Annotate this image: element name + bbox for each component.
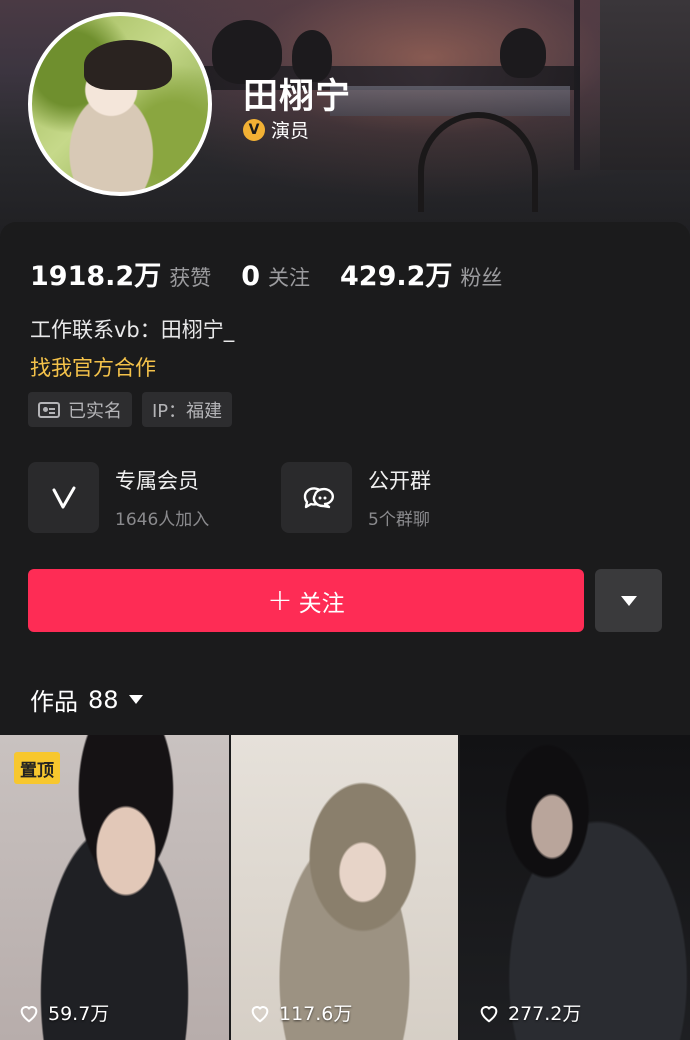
more-options-button[interactable] xyxy=(595,569,662,632)
id-card-icon xyxy=(38,401,60,418)
banner-fan xyxy=(600,0,690,170)
likes-count: 117.6万 xyxy=(279,1003,353,1025)
feature-title: 专属会员 xyxy=(115,469,199,493)
video-grid: 置顶 59.7万 117.6万 277.2万 xyxy=(0,735,690,1040)
plus-icon: + xyxy=(267,582,293,618)
stat-value: 1918.2万 xyxy=(30,261,162,292)
stat-label: 关注 xyxy=(268,266,310,290)
heart-icon xyxy=(480,1005,498,1022)
likes-count: 59.7万 xyxy=(48,1003,110,1025)
chat-group-icon xyxy=(281,462,352,533)
banner-tree xyxy=(500,28,546,78)
stat-label: 获赞 xyxy=(169,266,212,290)
stat-likes[interactable]: 1918.2万 获赞 xyxy=(30,254,211,293)
heart-icon xyxy=(20,1005,38,1022)
video-thumbnail[interactable]: 置顶 59.7万 xyxy=(0,735,229,1040)
follow-button[interactable]: + 关注 xyxy=(28,569,584,632)
video-likes: 117.6万 xyxy=(249,999,352,1026)
profile-tags: 已实名 IP：福建 xyxy=(28,392,233,427)
bio-text: 工作联系vb：田栩宁_ xyxy=(30,318,235,342)
stat-value: 429.2万 xyxy=(340,261,453,292)
likes-count: 277.2万 xyxy=(508,1003,582,1025)
works-count: 88 xyxy=(88,685,119,714)
vip-v-icon xyxy=(28,462,99,533)
video-thumbnail[interactable]: 277.2万 xyxy=(460,735,690,1040)
feature-subtitle: 5个群聊 xyxy=(368,510,430,530)
stat-following[interactable]: 0 关注 xyxy=(241,261,310,292)
works-tab[interactable]: 作品 88 xyxy=(30,682,143,717)
stat-label: 粉丝 xyxy=(460,266,503,290)
stat-followers[interactable]: 429.2万 粉丝 xyxy=(340,254,502,293)
feature-subtitle: 1646人加入 xyxy=(115,510,210,530)
caret-down-icon xyxy=(620,595,637,606)
profile-stats: 1918.2万 获赞 0 关注 429.2万 粉丝 xyxy=(30,254,532,293)
banner-water xyxy=(330,86,570,116)
tag-label: 已实名 xyxy=(68,400,122,422)
video-thumbnail[interactable]: 117.6万 xyxy=(231,735,458,1040)
profile-name: 田栩宁 xyxy=(243,77,352,117)
tag-label: IP：福建 xyxy=(152,400,223,422)
stat-value: 0 xyxy=(241,261,260,292)
tag-verified-identity[interactable]: 已实名 xyxy=(28,392,132,427)
tag-ip-location[interactable]: IP：福建 xyxy=(142,392,233,427)
video-likes: 59.7万 xyxy=(18,999,109,1026)
business-cooperation-link[interactable]: 找我官方合作 xyxy=(30,352,156,382)
feature-title: 公开群 xyxy=(368,469,431,493)
feature-exclusive-membership[interactable]: 专属会员 1646人加入 xyxy=(28,462,209,533)
avatar-hair xyxy=(84,40,172,90)
video-likes: 277.2万 xyxy=(478,999,581,1026)
follow-button-label: 关注 xyxy=(298,590,345,617)
verified-badge-icon: V xyxy=(243,118,265,141)
verification-label: 演员 xyxy=(271,120,310,142)
avatar[interactable] xyxy=(28,12,212,196)
heart-icon xyxy=(251,1005,269,1022)
verification-row: V 演员 xyxy=(243,116,309,143)
pinned-badge: 置顶 xyxy=(14,752,60,784)
works-label: 作品 xyxy=(30,688,78,716)
caret-down-icon xyxy=(128,695,143,704)
feature-public-group[interactable]: 公开群 5个群聊 xyxy=(281,462,431,533)
